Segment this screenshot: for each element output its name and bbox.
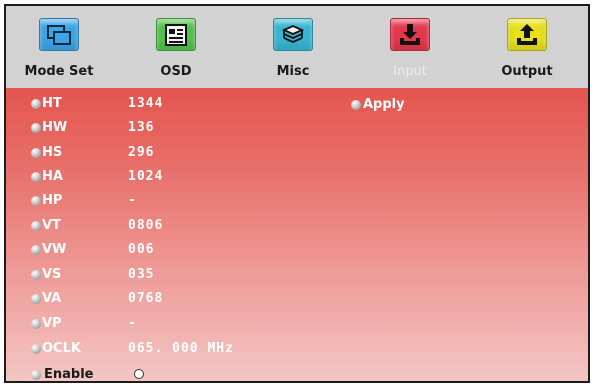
bullet-icon	[31, 270, 41, 280]
bullet-icon	[31, 344, 41, 354]
bullet-icon	[351, 100, 361, 110]
param-row-hw[interactable]: HW 136	[6, 116, 588, 140]
bullet-icon	[31, 221, 41, 231]
enable-row: Enable	[6, 363, 588, 382]
param-value: 006	[128, 242, 155, 257]
param-value: 0806	[128, 218, 164, 233]
tab-osd[interactable]: OSD	[123, 6, 233, 88]
bullet-icon	[31, 294, 41, 304]
param-row-va[interactable]: VA 0768	[6, 287, 588, 311]
bullet-icon	[31, 148, 41, 158]
param-value: 136	[128, 120, 155, 135]
input-icon	[390, 18, 430, 51]
param-label: VT	[42, 218, 61, 233]
param-row-oclk[interactable]: OCLK 065. 000 MHz	[6, 337, 588, 361]
tab-output[interactable]: Output	[474, 6, 584, 88]
tab-label: Misc	[276, 64, 310, 79]
bullet-icon	[31, 245, 41, 255]
tab-mode-set[interactable]: Mode Set	[6, 6, 116, 88]
param-row-ht[interactable]: HT 1344	[6, 92, 588, 116]
apply-label: Apply	[363, 97, 405, 112]
param-label: HP	[42, 193, 63, 208]
bullet-icon	[31, 370, 41, 380]
param-label: VP	[42, 316, 62, 331]
param-label: VA	[42, 291, 62, 306]
param-label: VS	[42, 267, 62, 282]
param-row-hp[interactable]: HP -	[6, 189, 588, 213]
param-label: OCLK	[42, 341, 81, 356]
input-timing-panel: HT 1344 HW 136 HS 296 HA 1024 HP - VT 08…	[6, 88, 588, 382]
param-row-vs[interactable]: VS 035	[6, 263, 588, 287]
tab-label: Input	[393, 64, 427, 79]
apply-button[interactable]: Apply	[348, 95, 428, 115]
param-value: 1024	[128, 169, 164, 184]
bullet-icon	[31, 99, 41, 109]
tab-label: OSD	[160, 64, 192, 79]
bullet-icon	[31, 319, 41, 329]
osd-window: Mode Set OSD Misc Input Output HT 1344 H…	[4, 4, 590, 383]
param-value: 1344	[128, 96, 164, 111]
tab-label: Mode Set	[24, 64, 94, 79]
enable-label: Enable	[44, 367, 94, 382]
param-value: -	[128, 193, 137, 208]
misc-icon	[273, 18, 313, 51]
output-icon	[507, 18, 547, 51]
bullet-icon	[31, 172, 41, 182]
enable-radio[interactable]	[134, 369, 144, 379]
param-row-vw[interactable]: VW 006	[6, 238, 588, 262]
tab-input[interactable]: Input	[357, 6, 467, 88]
osd-icon	[156, 18, 196, 51]
param-row-vt[interactable]: VT 0806	[6, 214, 588, 238]
bullet-icon	[31, 123, 41, 133]
tab-bar: Mode Set OSD Misc Input Output	[6, 6, 588, 88]
bullet-icon	[31, 196, 41, 206]
param-value: 0768	[128, 291, 164, 306]
param-label: HS	[42, 145, 63, 160]
param-value: 296	[128, 145, 155, 160]
param-label: HT	[42, 96, 62, 111]
param-row-ha[interactable]: HA 1024	[6, 165, 588, 189]
param-row-hs[interactable]: HS 296	[6, 141, 588, 165]
param-label: VW	[42, 242, 67, 257]
param-row-vp[interactable]: VP -	[6, 312, 588, 336]
param-value: -	[128, 316, 137, 331]
tab-label: Output	[501, 64, 553, 79]
param-label: HA	[42, 169, 63, 184]
param-label: HW	[42, 120, 68, 135]
mode-set-icon	[39, 18, 79, 51]
param-value: 065. 000 MHz	[128, 341, 234, 356]
tab-misc[interactable]: Misc	[240, 6, 350, 88]
param-value: 035	[128, 267, 155, 282]
